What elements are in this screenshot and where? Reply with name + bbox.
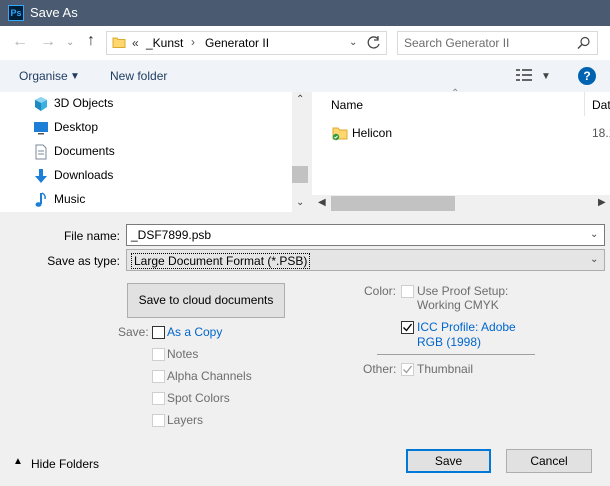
breadcrumb-overflow[interactable]: «	[132, 36, 139, 50]
notes-checkbox	[152, 348, 165, 361]
save-label: Save:	[118, 325, 149, 339]
search-input[interactable]: Search Generator II	[404, 36, 509, 50]
file-date: 18.1	[592, 126, 610, 140]
list-item[interactable]: Helicon 18.1	[320, 122, 610, 144]
forward-arrow-icon[interactable]: →	[40, 33, 56, 51]
help-button[interactable]: ?	[578, 67, 596, 85]
new-folder-button[interactable]: New folder	[110, 69, 167, 83]
search-icon[interactable]	[577, 36, 591, 50]
thumbnail-label: Thumbnail	[417, 362, 474, 376]
thumbnail-checkbox	[401, 363, 414, 376]
view-options-icon[interactable]	[515, 68, 533, 82]
save-to-cloud-button[interactable]: Save to cloud documents	[127, 283, 285, 318]
sidebar-item-label: Music	[54, 192, 86, 206]
view-chevron-icon[interactable]: ▼	[541, 71, 551, 82]
other-label: Other:	[363, 362, 397, 376]
navigation-scrollbar[interactable]	[292, 92, 308, 212]
hide-folders-chevron-icon[interactable]: ▲	[13, 456, 23, 467]
sidebar-item-music[interactable]: Music	[0, 188, 290, 212]
organise-menu[interactable]: Organise	[19, 69, 68, 83]
spot-colors-checkbox	[152, 392, 165, 405]
column-header-name[interactable]: Name	[331, 98, 363, 112]
as-a-copy-checkbox[interactable]	[152, 326, 165, 339]
horizontal-scrollbar-thumb[interactable]	[331, 196, 455, 211]
alpha-channels-label: Alpha Channels	[167, 369, 252, 383]
sidebar-item-label: Downloads	[54, 168, 114, 182]
proof-setup-profile: Working CMYK	[417, 298, 499, 312]
refresh-icon[interactable]	[366, 35, 382, 51]
organise-chevron-icon[interactable]: ▼	[70, 71, 80, 82]
scrollbar-thumb[interactable]	[292, 166, 308, 183]
breadcrumb-separator: ›	[191, 35, 195, 49]
sidebar-item-label: 3D Objects	[54, 96, 114, 110]
photoshop-app-icon: Ps	[8, 5, 24, 21]
address-dropdown-chevron-icon[interactable]: ⌄	[349, 37, 357, 48]
file-name-dropdown-chevron-icon[interactable]: ⌄	[590, 229, 598, 240]
checkmark-icon	[403, 323, 413, 332]
documents-icon	[35, 144, 47, 160]
sidebar-item-documents[interactable]: Documents	[0, 140, 290, 164]
scroll-up-chevron-icon[interactable]: ⌃	[296, 94, 304, 105]
save-as-type-select[interactable]: Large Document Format (*.PSB)	[126, 249, 605, 271]
column-header-date[interactable]: Dat	[592, 98, 610, 112]
music-icon	[35, 192, 46, 207]
back-arrow-icon[interactable]: ←	[12, 33, 28, 51]
recent-locations-chevron-icon[interactable]: ⌄	[66, 37, 74, 48]
icc-profile-label[interactable]: ICC Profile: Adobe	[417, 320, 516, 334]
up-arrow-icon[interactable]: ↑	[87, 32, 95, 50]
column-divider[interactable]	[584, 92, 585, 116]
scroll-left-chevron-icon[interactable]: ◀	[318, 197, 326, 208]
cancel-button[interactable]: Cancel	[506, 449, 592, 473]
file-name-field[interactable]: _DSF7899.psb	[126, 224, 605, 246]
section-divider	[377, 354, 535, 355]
spot-colors-label: Spot Colors	[167, 391, 230, 405]
as-a-copy-label[interactable]: As a Copy	[167, 325, 222, 339]
file-name: Helicon	[352, 126, 393, 140]
save-as-type-value: Large Document Format (*.PSB)	[131, 253, 311, 269]
cube-icon	[35, 97, 47, 111]
save-button[interactable]: Save	[406, 449, 491, 473]
icc-profile-name[interactable]: RGB (1998)	[417, 335, 481, 349]
layers-label: Layers	[167, 413, 204, 427]
save-as-type-chevron-icon[interactable]: ⌄	[590, 254, 598, 265]
window-title: Save As	[30, 5, 78, 20]
sidebar-item-3d-objects[interactable]: 3D Objects	[0, 92, 290, 116]
proof-setup-label: Use Proof Setup:	[417, 284, 509, 298]
desktop-icon	[34, 122, 48, 135]
color-label: Color:	[364, 284, 397, 298]
sidebar-item-downloads[interactable]: Downloads	[0, 164, 290, 188]
file-name-label: File name:	[63, 229, 120, 243]
hide-folders-button[interactable]: Hide Folders	[31, 457, 99, 471]
folder-icon	[112, 37, 126, 48]
icc-profile-checkbox[interactable]	[401, 321, 414, 334]
sort-ascending-icon: ⌃	[451, 88, 460, 99]
synced-folder-icon	[332, 127, 348, 141]
file-name-value: _DSF7899.psb	[131, 228, 212, 242]
scroll-down-chevron-icon[interactable]: ⌄	[296, 197, 304, 208]
breadcrumb-item-generator-ii[interactable]: Generator II	[205, 36, 269, 50]
use-proof-setup-checkbox	[401, 285, 414, 298]
alpha-channels-checkbox	[152, 370, 165, 383]
layers-checkbox	[152, 414, 165, 427]
sidebar-item-label: Documents	[54, 144, 115, 158]
notes-label: Notes	[167, 347, 199, 361]
sidebar-item-label: Desktop	[54, 120, 99, 134]
scroll-right-chevron-icon[interactable]: ▶	[598, 197, 606, 208]
breadcrumb-item-kunst[interactable]: _Kunst	[146, 36, 183, 50]
title-bar	[0, 0, 610, 26]
save-as-type-label: Save as type:	[47, 254, 120, 268]
download-icon	[35, 169, 47, 183]
checkmark-icon	[403, 365, 413, 374]
sidebar-item-desktop[interactable]: Desktop	[0, 116, 290, 140]
